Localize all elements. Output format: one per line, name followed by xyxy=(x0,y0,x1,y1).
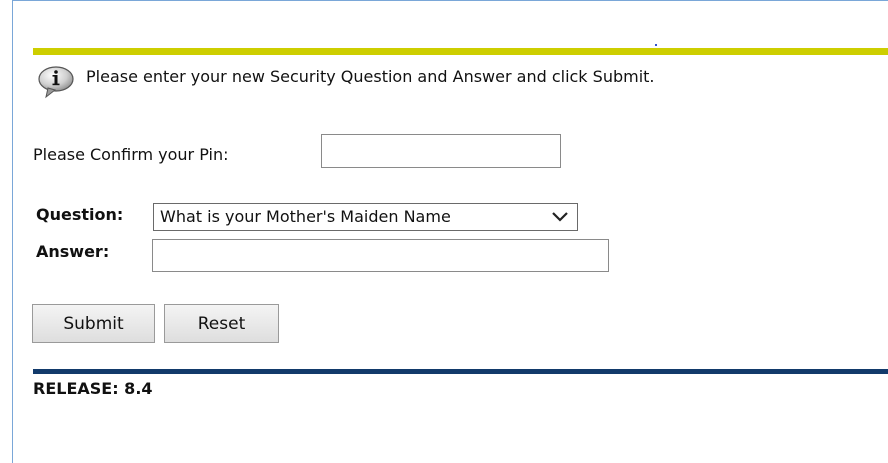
top-divider-bar xyxy=(33,48,888,55)
frame-top-border xyxy=(12,0,888,1)
pin-label: Please Confirm your Pin: xyxy=(33,145,229,164)
frame-left-border xyxy=(12,0,13,463)
chevron-down-icon xyxy=(549,206,571,228)
info-message: Please enter your new Security Question … xyxy=(86,67,655,86)
question-select[interactable]: What is your Mother's Maiden Name xyxy=(153,203,578,231)
info-icon xyxy=(36,64,76,104)
bottom-divider-bar xyxy=(33,369,888,374)
question-selected-value: What is your Mother's Maiden Name xyxy=(160,207,451,226)
reset-button[interactable]: Reset xyxy=(164,304,279,343)
info-message-row: Please enter your new Security Question … xyxy=(36,64,655,104)
pin-input[interactable] xyxy=(321,134,561,168)
question-label: Question: xyxy=(36,205,124,224)
submit-button[interactable]: Submit xyxy=(32,304,155,343)
answer-input[interactable] xyxy=(152,239,609,272)
release-label: RELEASE: 8.4 xyxy=(33,379,153,398)
answer-label: Answer: xyxy=(36,242,110,261)
decorative-dot xyxy=(655,44,657,46)
